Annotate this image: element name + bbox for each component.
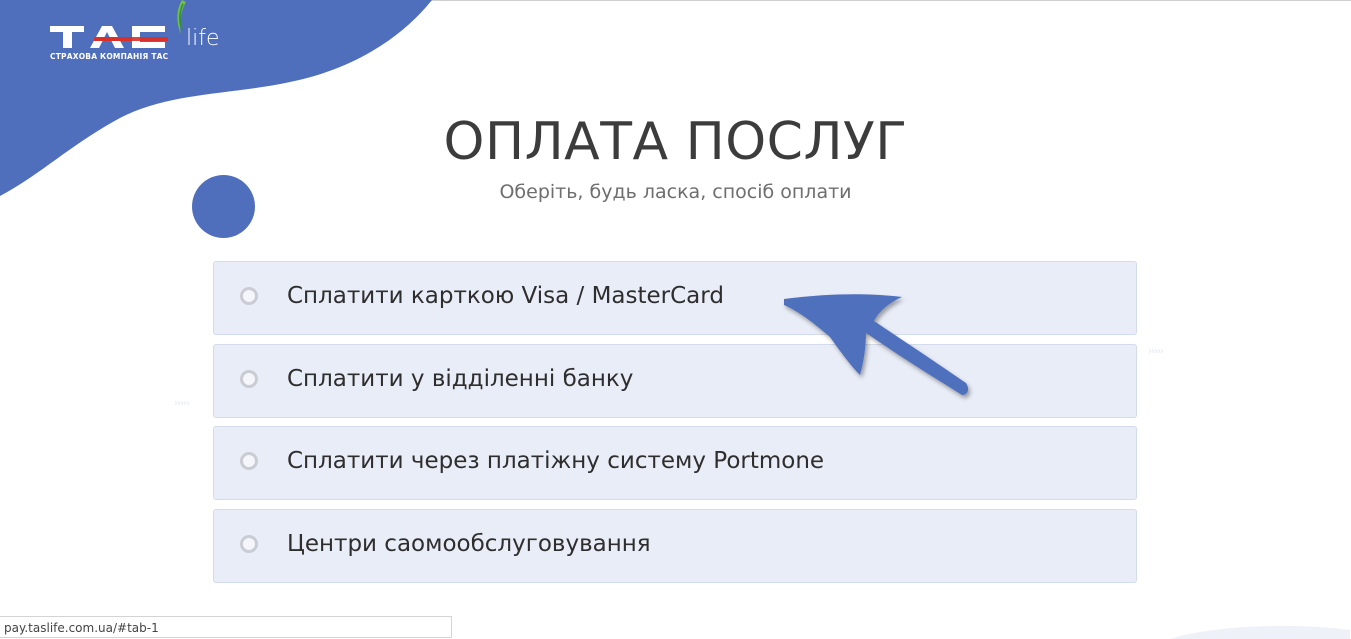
payment-option-label: Центри саомообслуговування bbox=[287, 531, 651, 557]
radio-unchecked-icon[interactable] bbox=[240, 287, 258, 305]
bottom-decoration bbox=[1170, 625, 1350, 639]
company-logo[interactable]: СТРАХОВА КОМПАНІЯ ТАС life bbox=[50, 0, 240, 70]
tas-logo-mark bbox=[50, 26, 168, 48]
logo-company-line: СТРАХОВА КОМПАНІЯ ТАС bbox=[50, 52, 169, 61]
payment-option-label: Сплатити карткою Visa / MasterCard bbox=[287, 283, 724, 309]
status-bar-url: pay.taslife.com.ua/#tab-1 bbox=[4, 621, 159, 635]
chevron-decoration-icon: ››››› bbox=[1148, 346, 1164, 357]
page-title: ОПЛАТА ПОСЛУГ bbox=[443, 112, 908, 172]
hand-drawn-arrow-icon bbox=[784, 294, 969, 395]
payment-options-list: Сплатити карткою Visa / MasterCard Сплат… bbox=[213, 261, 1137, 592]
payment-option-bank[interactable]: Сплатити у відділенні банку bbox=[213, 344, 1137, 418]
payment-option-card[interactable]: Сплатити карткою Visa / MasterCard bbox=[213, 261, 1137, 335]
radio-unchecked-icon[interactable] bbox=[240, 535, 258, 553]
chevron-decoration-icon: ››››› bbox=[174, 398, 190, 409]
page-subtitle: Оберіть, будь ласка, спосіб оплати bbox=[499, 181, 852, 203]
payment-option-label: Сплатити через платіжну систему Portmone bbox=[287, 448, 825, 474]
payment-option-self-service[interactable]: Центри саомообслуговування bbox=[213, 509, 1137, 583]
logo-life-text: life bbox=[186, 26, 220, 51]
browser-status-bar: pay.taslife.com.ua/#tab-1 bbox=[0, 616, 452, 638]
radio-unchecked-icon[interactable] bbox=[240, 452, 258, 470]
payment-option-label: Сплатити у відділенні банку bbox=[287, 366, 634, 392]
radio-unchecked-icon[interactable] bbox=[240, 370, 258, 388]
payment-option-portmone[interactable]: Сплатити через платіжну систему Portmone bbox=[213, 426, 1137, 500]
